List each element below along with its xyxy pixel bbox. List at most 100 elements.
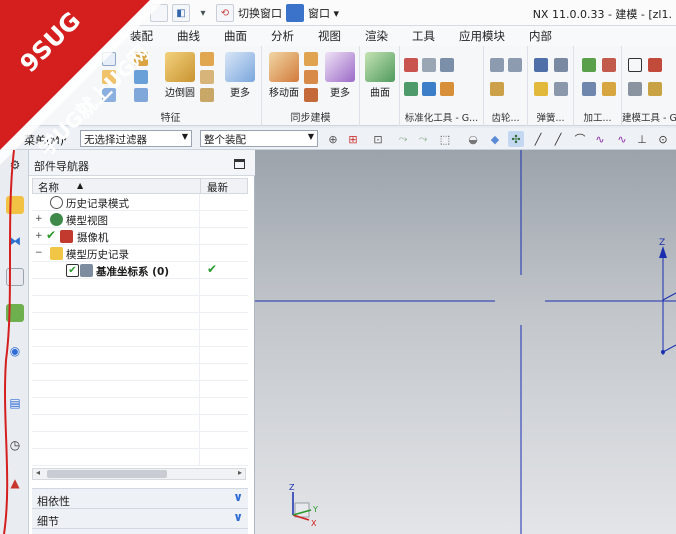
column-divider[interactable] [200, 179, 201, 193]
surface-button[interactable]: 曲面 [360, 52, 400, 99]
datum-csys[interactable]: Z [255, 150, 676, 534]
more-feature-button[interactable]: 更多 [220, 52, 260, 99]
hole-icon[interactable] [134, 52, 148, 66]
tree-row-model-history[interactable]: − 模型历史记录 [32, 245, 248, 262]
spring-tool-icon-4[interactable] [554, 82, 568, 96]
triangle-tool-icon[interactable] [628, 58, 642, 72]
tab-analysis[interactable]: 分析 [259, 28, 306, 44]
delete-face-icon[interactable] [304, 88, 318, 102]
spring-tool-icon-3[interactable] [534, 82, 548, 96]
tree-row-camera[interactable]: + ✔ 摄像机 [32, 228, 248, 245]
box-select-icon[interactable]: ⬚ [437, 131, 453, 147]
gear-tool-icon-2[interactable] [508, 58, 522, 72]
revolve-icon[interactable] [102, 88, 116, 102]
dependencies-panel[interactable]: 相依性 ∨ [32, 488, 248, 508]
tab-internal[interactable]: 内部 [517, 28, 564, 44]
sketch-icon[interactable] [102, 52, 116, 66]
switch-window-button[interactable]: 切换窗口 [238, 5, 282, 21]
modeling-tool-icon-3[interactable] [628, 82, 642, 96]
expand-icon[interactable]: + [35, 214, 43, 224]
draft-icon[interactable] [200, 88, 214, 102]
modeling-tool-icon-2[interactable] [648, 58, 662, 72]
std-part-icon-2[interactable] [422, 58, 436, 72]
dropdown-arrow-icon[interactable]: ▾ [194, 4, 212, 22]
more-sync-button[interactable]: 更多 [320, 52, 360, 99]
tab-view[interactable]: 视图 [306, 28, 353, 44]
selection-scope-select[interactable]: 整个装配 ▼ [200, 130, 318, 147]
extrude-icon[interactable] [102, 70, 116, 84]
system-materials-icon[interactable]: ▲ [6, 474, 24, 492]
horizontal-scrollbar[interactable]: ◂ ▸ [32, 468, 246, 480]
spring-tool-icon-2[interactable] [554, 58, 568, 72]
scroll-thumb[interactable] [47, 470, 167, 478]
column-name[interactable]: 名称 [38, 180, 59, 195]
std-part-icon-4[interactable] [404, 82, 418, 96]
tab-render[interactable]: 渲染 [353, 28, 400, 44]
tree-row-history-mode[interactable]: 历史记录模式 [32, 194, 248, 211]
collapse-icon[interactable]: − [35, 248, 43, 258]
scroll-left-icon[interactable]: ◂ [36, 468, 40, 477]
clock-icon[interactable]: ◷ [6, 436, 24, 454]
select-tool-icon-5[interactable]: ⤳ [415, 131, 431, 147]
snap-wave-icon[interactable]: ∿ [614, 131, 630, 147]
machining-tool-icon-4[interactable] [602, 82, 616, 96]
orient-icon[interactable]: ⟲ [216, 4, 234, 22]
expand-icon[interactable]: + [35, 231, 43, 241]
gear-tool-icon-3[interactable] [490, 82, 504, 96]
select-tool-icon-1[interactable]: ⊕ [325, 131, 341, 147]
std-part-icon-1[interactable] [404, 58, 418, 72]
part-navigator-icon[interactable] [6, 268, 24, 286]
tab-application[interactable]: 应用模块 [447, 28, 517, 44]
gear-icon[interactable]: ⚙ [6, 156, 24, 174]
touch-mode-icon[interactable]: ◧ [172, 4, 190, 22]
tab-assembly[interactable]: 装配 [118, 28, 165, 44]
tab-tools[interactable]: 工具 [400, 28, 447, 44]
checkbox-checked-icon[interactable]: ✔ [66, 264, 79, 277]
move-face-button[interactable]: 移动面 [264, 52, 304, 99]
select-tool-icon-4[interactable]: ⤳ [395, 131, 411, 147]
select-tool-icon-2[interactable]: ⊞ [345, 131, 361, 147]
maximize-icon[interactable] [234, 159, 245, 169]
chamfer-icon[interactable] [200, 52, 214, 66]
snap-arc-icon[interactable]: ⌒ [572, 131, 588, 147]
select-tool-icon-7[interactable]: ◒ [465, 131, 481, 147]
snap-intersection-icon[interactable]: ⊥ [634, 131, 650, 147]
snap-line-icon-1[interactable]: ╱ [530, 131, 546, 147]
std-part-icon-5[interactable] [422, 82, 436, 96]
select-tool-icon-3[interactable]: ⊡ [370, 131, 386, 147]
main-menu-button[interactable]: 菜单(M) [24, 132, 64, 148]
replace-face-icon[interactable] [304, 70, 318, 84]
boolean-icon[interactable] [134, 70, 148, 84]
blank-icon[interactable] [150, 4, 168, 22]
details-panel[interactable]: 细节 ∨ [32, 508, 248, 528]
offset-region-icon[interactable] [304, 52, 318, 66]
machining-tool-icon-2[interactable] [602, 58, 616, 72]
std-part-icon-3[interactable] [440, 58, 454, 72]
graphics-window[interactable]: Z Z X Y [255, 150, 676, 534]
tab-surface[interactable]: 曲面 [212, 28, 259, 44]
pattern-icon[interactable] [134, 88, 148, 102]
snap-line-icon-2[interactable]: ╱ [550, 131, 566, 147]
snap-point-icon[interactable]: ✣ [508, 131, 524, 147]
tab-curve[interactable]: 曲线 [165, 28, 212, 44]
constraint-navigator-icon[interactable]: ⧓ [6, 232, 24, 250]
assembly-navigator-icon[interactable] [6, 196, 24, 214]
history-icon[interactable]: ▤ [6, 394, 24, 412]
edge-blend-button[interactable]: 边倒圆 [160, 52, 200, 99]
modeling-tool-icon-4[interactable] [648, 82, 662, 96]
snap-center-icon[interactable]: ⊙ [655, 131, 671, 147]
view-triad[interactable]: Z X Y [289, 483, 318, 528]
gear-tool-icon-1[interactable] [490, 58, 504, 72]
std-part-icon-6[interactable] [440, 82, 454, 96]
scroll-right-icon[interactable]: ▸ [238, 468, 242, 477]
machining-tool-icon-3[interactable] [582, 82, 596, 96]
column-latest[interactable]: 最新 [207, 180, 228, 195]
snap-curve-icon[interactable]: ∿ [592, 131, 608, 147]
select-tool-icon-8[interactable]: ◆ [487, 131, 503, 147]
spring-tool-icon-1[interactable] [534, 58, 548, 72]
window-menu[interactable]: 窗口 ▾ [308, 5, 339, 21]
reuse-library-icon[interactable] [6, 304, 24, 322]
web-browser-icon[interactable]: ◉ [6, 342, 24, 360]
tree-row-model-views[interactable]: + 模型视图 [32, 211, 248, 228]
shell-icon[interactable] [200, 70, 214, 84]
